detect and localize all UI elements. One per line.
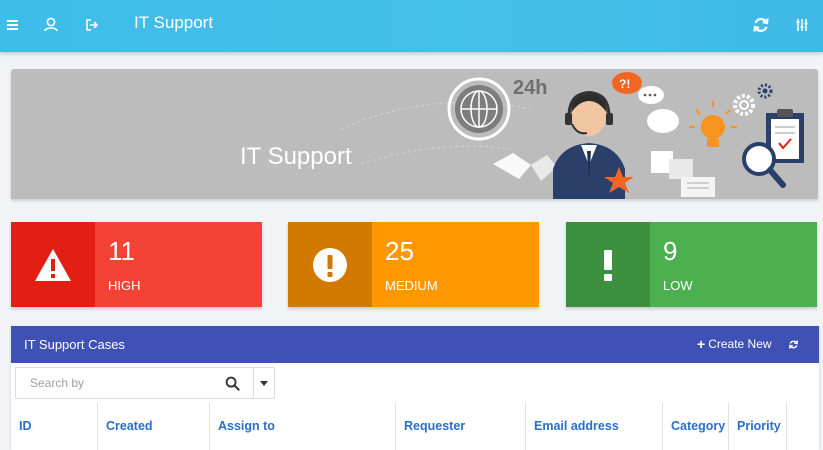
app-title: IT Support <box>134 13 214 32</box>
stat-low-label: LOW <box>663 278 693 293</box>
hamburger-icon[interactable] <box>0 12 26 38</box>
stat-medium-label: MEDIUM <box>385 278 438 293</box>
sliders-icon[interactable] <box>789 12 815 38</box>
warning-triangle-icon <box>11 222 95 307</box>
speech-bubble-icon: ?! <box>612 72 679 133</box>
top-app-bar: IT Support <box>0 0 823 52</box>
globe-icon <box>447 77 511 141</box>
logout-icon[interactable] <box>78 12 104 38</box>
search-input[interactable] <box>16 368 244 398</box>
search-icon[interactable] <box>225 376 240 391</box>
exclamation-circle-icon <box>288 222 372 307</box>
column-header-category[interactable]: Category <box>663 402 729 450</box>
svg-text:?!: ?! <box>619 77 630 91</box>
cases-panel: IT Support Cases + Create New ID Created… <box>11 326 819 450</box>
cases-panel-header: IT Support Cases + Create New <box>11 326 819 363</box>
search-filter-dropdown[interactable] <box>254 368 275 398</box>
badge-24h: 24h <box>513 77 547 99</box>
column-header-created[interactable]: Created <box>98 402 210 450</box>
cases-panel-title: IT Support Cases <box>24 337 125 352</box>
column-header-priority[interactable]: Priority <box>729 402 787 450</box>
stat-high-label: HIGH <box>108 278 141 293</box>
stat-medium-value: 25 <box>385 236 414 266</box>
support-illustration: 24h ?! <box>447 72 804 199</box>
stat-card-high[interactable]: 11 HIGH <box>11 222 262 307</box>
stat-card-low[interactable]: 9 LOW <box>566 222 817 307</box>
create-new-label: Create New <box>708 337 772 351</box>
refresh-cases-icon[interactable] <box>787 338 800 351</box>
plus-icon: + <box>697 336 706 352</box>
create-new-button[interactable]: + Create New <box>697 337 772 352</box>
gear-icon <box>733 83 773 116</box>
banner: IT Support 24h ?! <box>11 69 818 199</box>
stat-high-value: 11 <box>108 236 135 266</box>
stat-card-medium[interactable]: 25 MEDIUM <box>288 222 539 307</box>
user-icon[interactable] <box>38 12 64 38</box>
column-header-assign-to[interactable]: Assign to <box>210 402 396 450</box>
documents-icon <box>651 151 715 197</box>
column-header-id[interactable]: ID <box>11 402 98 450</box>
search-box <box>15 367 275 399</box>
stat-low-value: 9 <box>663 236 678 266</box>
refresh-icon[interactable] <box>748 12 774 38</box>
lightbulb-icon <box>689 101 737 147</box>
column-header-email-address[interactable]: Email address <box>526 402 663 450</box>
handshake-icon <box>493 153 557 181</box>
banner-title: IT Support <box>240 143 352 170</box>
exclamation-icon <box>566 222 650 307</box>
column-header-requester[interactable]: Requester <box>396 402 526 450</box>
